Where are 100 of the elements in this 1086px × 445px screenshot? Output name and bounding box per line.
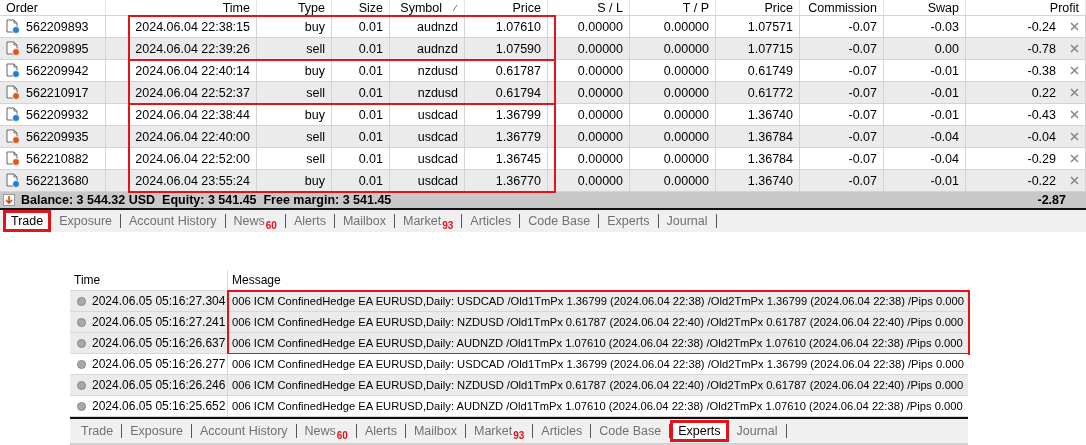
tab[interactable]: Articles [462,210,520,232]
column-header[interactable]: Time [106,0,257,16]
table-cell: 1.36770 [495,173,541,188]
table-cell: 0.01 [358,85,383,100]
table-cell: usdcad [417,151,458,166]
table-cell: -0.43 [1027,107,1056,122]
tab[interactable]: Code Base [520,210,599,232]
table-cell: -0.07 [848,129,877,144]
status-dot-icon [77,401,86,411]
count-label: 60 [336,430,348,441]
close-icon[interactable] [1070,154,1079,164]
table-cell: nzdusd [417,63,458,78]
tab[interactable]: Account History [192,420,296,442]
table-cell: -0.07 [848,85,877,100]
table-cell: 0.00000 [663,173,709,188]
log-time: 2024.06.05 05:16:27.241 [92,315,226,329]
table-cell: 562210882 [26,151,89,166]
table-cell: -0.04 [1027,129,1056,144]
tab[interactable]: Experts [599,210,658,232]
tab[interactable]: Articles [533,420,591,442]
table-cell: 0.01 [358,41,383,56]
tab[interactable]: Trade [3,210,52,232]
table-cell: 0.00000 [577,41,623,56]
table-cell: 2024.06.04 23:55:24 [135,173,250,188]
table-cell: -0.04 [930,129,959,144]
table-cell: 0.61794 [495,85,541,100]
column-header[interactable]: T / P [630,0,716,16]
tab[interactable]: Journal [728,420,786,442]
table-cell: 562209942 [26,63,89,78]
column-header[interactable]: Commission [800,0,884,16]
tab[interactable]: Mailbox [405,420,465,442]
order-icon [6,107,20,123]
status-dot-icon [77,359,86,369]
log-time: 2024.06.05 05:16:26.246 [92,378,226,392]
log-message: 006 ICM ConfinedHedge EA EURUSD,Daily: USDCAD /Old1TmPx 1.36799 (2024.06.04 22:38) /Old2TmPx 1.36799 (2024.06.04 22:38) /Pips 0.000 [232,358,964,370]
table-cell: 0.00000 [663,41,709,56]
table-cell: 2024.06.04 22:39:26 [135,41,250,56]
tab[interactable]: Alerts [356,420,405,442]
table-cell: 1.36745 [495,151,541,166]
status-dot-icon [77,338,86,348]
tab[interactable]: Alerts [285,210,334,232]
order-icon [6,19,20,35]
order-icon [6,85,20,101]
status-dot-icon [77,380,86,390]
table-cell: 0.00000 [663,63,709,78]
table-cell: buy [304,63,325,78]
column-header[interactable]: Symbol [390,0,465,16]
close-icon[interactable] [1070,132,1079,142]
table-cell: 0.61772 [747,85,793,100]
tab[interactable]: Account History [121,210,225,232]
tab[interactable]: Code Base [591,420,670,442]
table-cell: usdcad [417,107,458,122]
table-cell: 0.00000 [663,129,709,144]
tab[interactable]: Journal [658,210,716,232]
tab[interactable]: Mailbox [334,210,394,232]
table-cell: 2024.06.04 22:40:00 [135,129,250,144]
close-icon[interactable] [1070,110,1079,120]
table-cell: 1.36784 [747,129,793,144]
column-header[interactable]: S / L [548,0,630,16]
table-cell: 562209935 [26,129,89,144]
column-header[interactable]: Swap [884,0,966,16]
order-icon [6,173,20,189]
log-time: 2024.06.05 05:16:26.637 [92,336,226,350]
table-cell: 562209895 [26,41,89,56]
column-header[interactable]: Price [716,0,800,16]
column-header[interactable]: Order [0,0,106,16]
tab[interactable]: Exposure [51,210,120,232]
table-cell: sell [306,85,325,100]
column-header[interactable]: Message [228,270,968,290]
close-icon[interactable] [1070,22,1079,32]
table-cell: 562209932 [26,107,89,122]
close-icon[interactable] [1070,44,1079,54]
table-cell: -0.22 [1027,173,1056,188]
table-cell: 2024.06.04 22:52:37 [135,85,250,100]
column-header[interactable]: Type [257,0,332,16]
close-icon[interactable] [1070,88,1079,98]
tab[interactable]: Trade [73,420,122,442]
table-cell: sell [306,129,325,144]
table-cell: sell [306,41,325,56]
order-icon [6,41,20,57]
table-cell: 2024.06.04 22:52:00 [135,151,250,166]
close-icon[interactable] [1070,66,1079,76]
close-icon[interactable] [1070,176,1079,186]
column-header[interactable]: Time [70,270,228,290]
table-cell: 0.00000 [663,19,709,34]
tab[interactable]: Experts [670,420,729,442]
tab[interactable]: Exposure [122,420,191,442]
order-icon [6,151,20,167]
column-header[interactable]: Size [332,0,390,16]
table-cell: 1.36740 [747,173,793,188]
table-cell: -0.07 [848,151,877,166]
table-cell: 1.36799 [495,107,541,122]
table-cell: 0.01 [358,19,383,34]
table-cell: 0.00000 [577,129,623,144]
table-cell: 1.36779 [495,129,541,144]
table-cell: -0.01 [930,107,959,122]
column-header[interactable]: Profit [966,0,1086,16]
column-header[interactable]: Price [465,0,548,16]
table-cell: 1.07610 [495,19,541,34]
table-cell: buy [304,19,325,34]
